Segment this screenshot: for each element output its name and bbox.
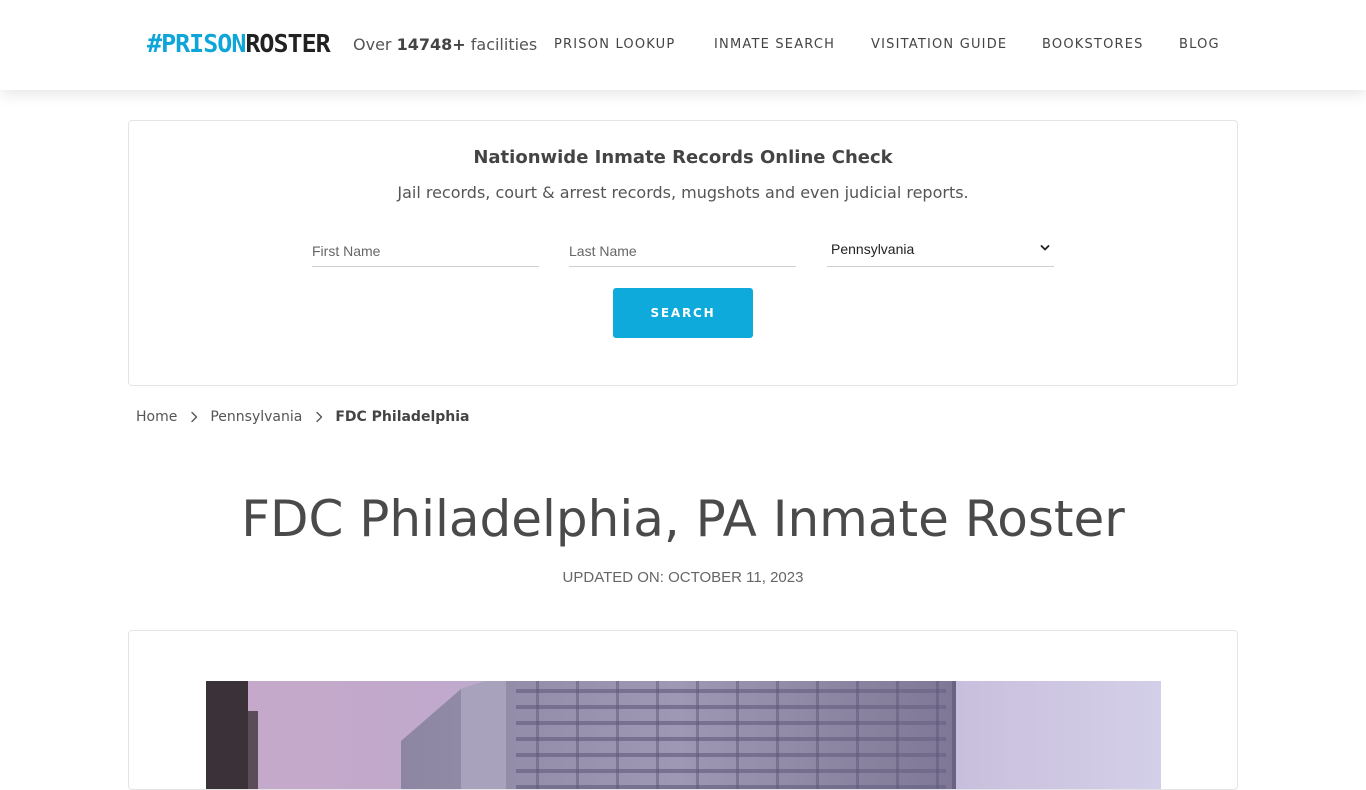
first-name-input[interactable]: [312, 231, 539, 267]
facilities-count: Over 14748+ facilities: [353, 34, 537, 56]
breadcrumb: Home Pennsylvania FDC Philadelphia: [136, 407, 469, 427]
chevron-right-icon: [191, 411, 198, 423]
logo-roster: ROSTER: [245, 29, 330, 58]
breadcrumb-home[interactable]: Home: [136, 409, 177, 425]
breadcrumb-current: FDC Philadelphia: [335, 409, 470, 425]
facility-photo: [206, 681, 1161, 789]
logo-hash: #: [147, 29, 162, 58]
nav-prison-lookup[interactable]: PRISON LOOKUP: [554, 37, 675, 53]
site-header: # PRISON ROSTER Over 14748+ facilities PRI…: [0, 0, 1366, 90]
search-card-title: Nationwide Inmate Records Online Check: [473, 147, 893, 168]
facilities-prefix: Over: [353, 35, 392, 54]
nav-inmate-search[interactable]: INMATE SEARCH: [714, 37, 835, 53]
facilities-suffix: facilities: [470, 35, 538, 54]
facility-building-image: [206, 681, 1161, 789]
last-name-input[interactable]: [569, 231, 796, 267]
search-card-subtitle: Jail records, court & arrest records, mu…: [397, 183, 969, 202]
nav-visitation-guide[interactable]: VISITATION GUIDE: [871, 37, 1007, 53]
page-title: FDC Philadelphia, PA Inmate Roster: [241, 490, 1125, 548]
nav-bookstores[interactable]: BOOKSTORES: [1042, 37, 1144, 53]
state-select-value: Pennsylvania: [831, 240, 915, 257]
search-button[interactable]: SEARCH: [613, 288, 753, 338]
nav-blog[interactable]: BLOG: [1179, 37, 1220, 53]
site-logo[interactable]: # PRISON ROSTER: [147, 28, 331, 60]
facilities-number: 14748+: [396, 35, 466, 54]
updated-date: UPDATED ON: OCTOBER 11, 2023: [562, 569, 804, 586]
state-select[interactable]: Pennsylvania: [827, 231, 1054, 267]
facility-content-card: [128, 630, 1238, 790]
chevron-right-icon: [316, 411, 323, 423]
chevron-down-icon: [1040, 245, 1050, 251]
breadcrumb-state[interactable]: Pennsylvania: [210, 409, 302, 425]
inmate-search-card: Nationwide Inmate Records Online Check J…: [128, 120, 1238, 386]
logo-prison: PRISON: [161, 29, 246, 58]
